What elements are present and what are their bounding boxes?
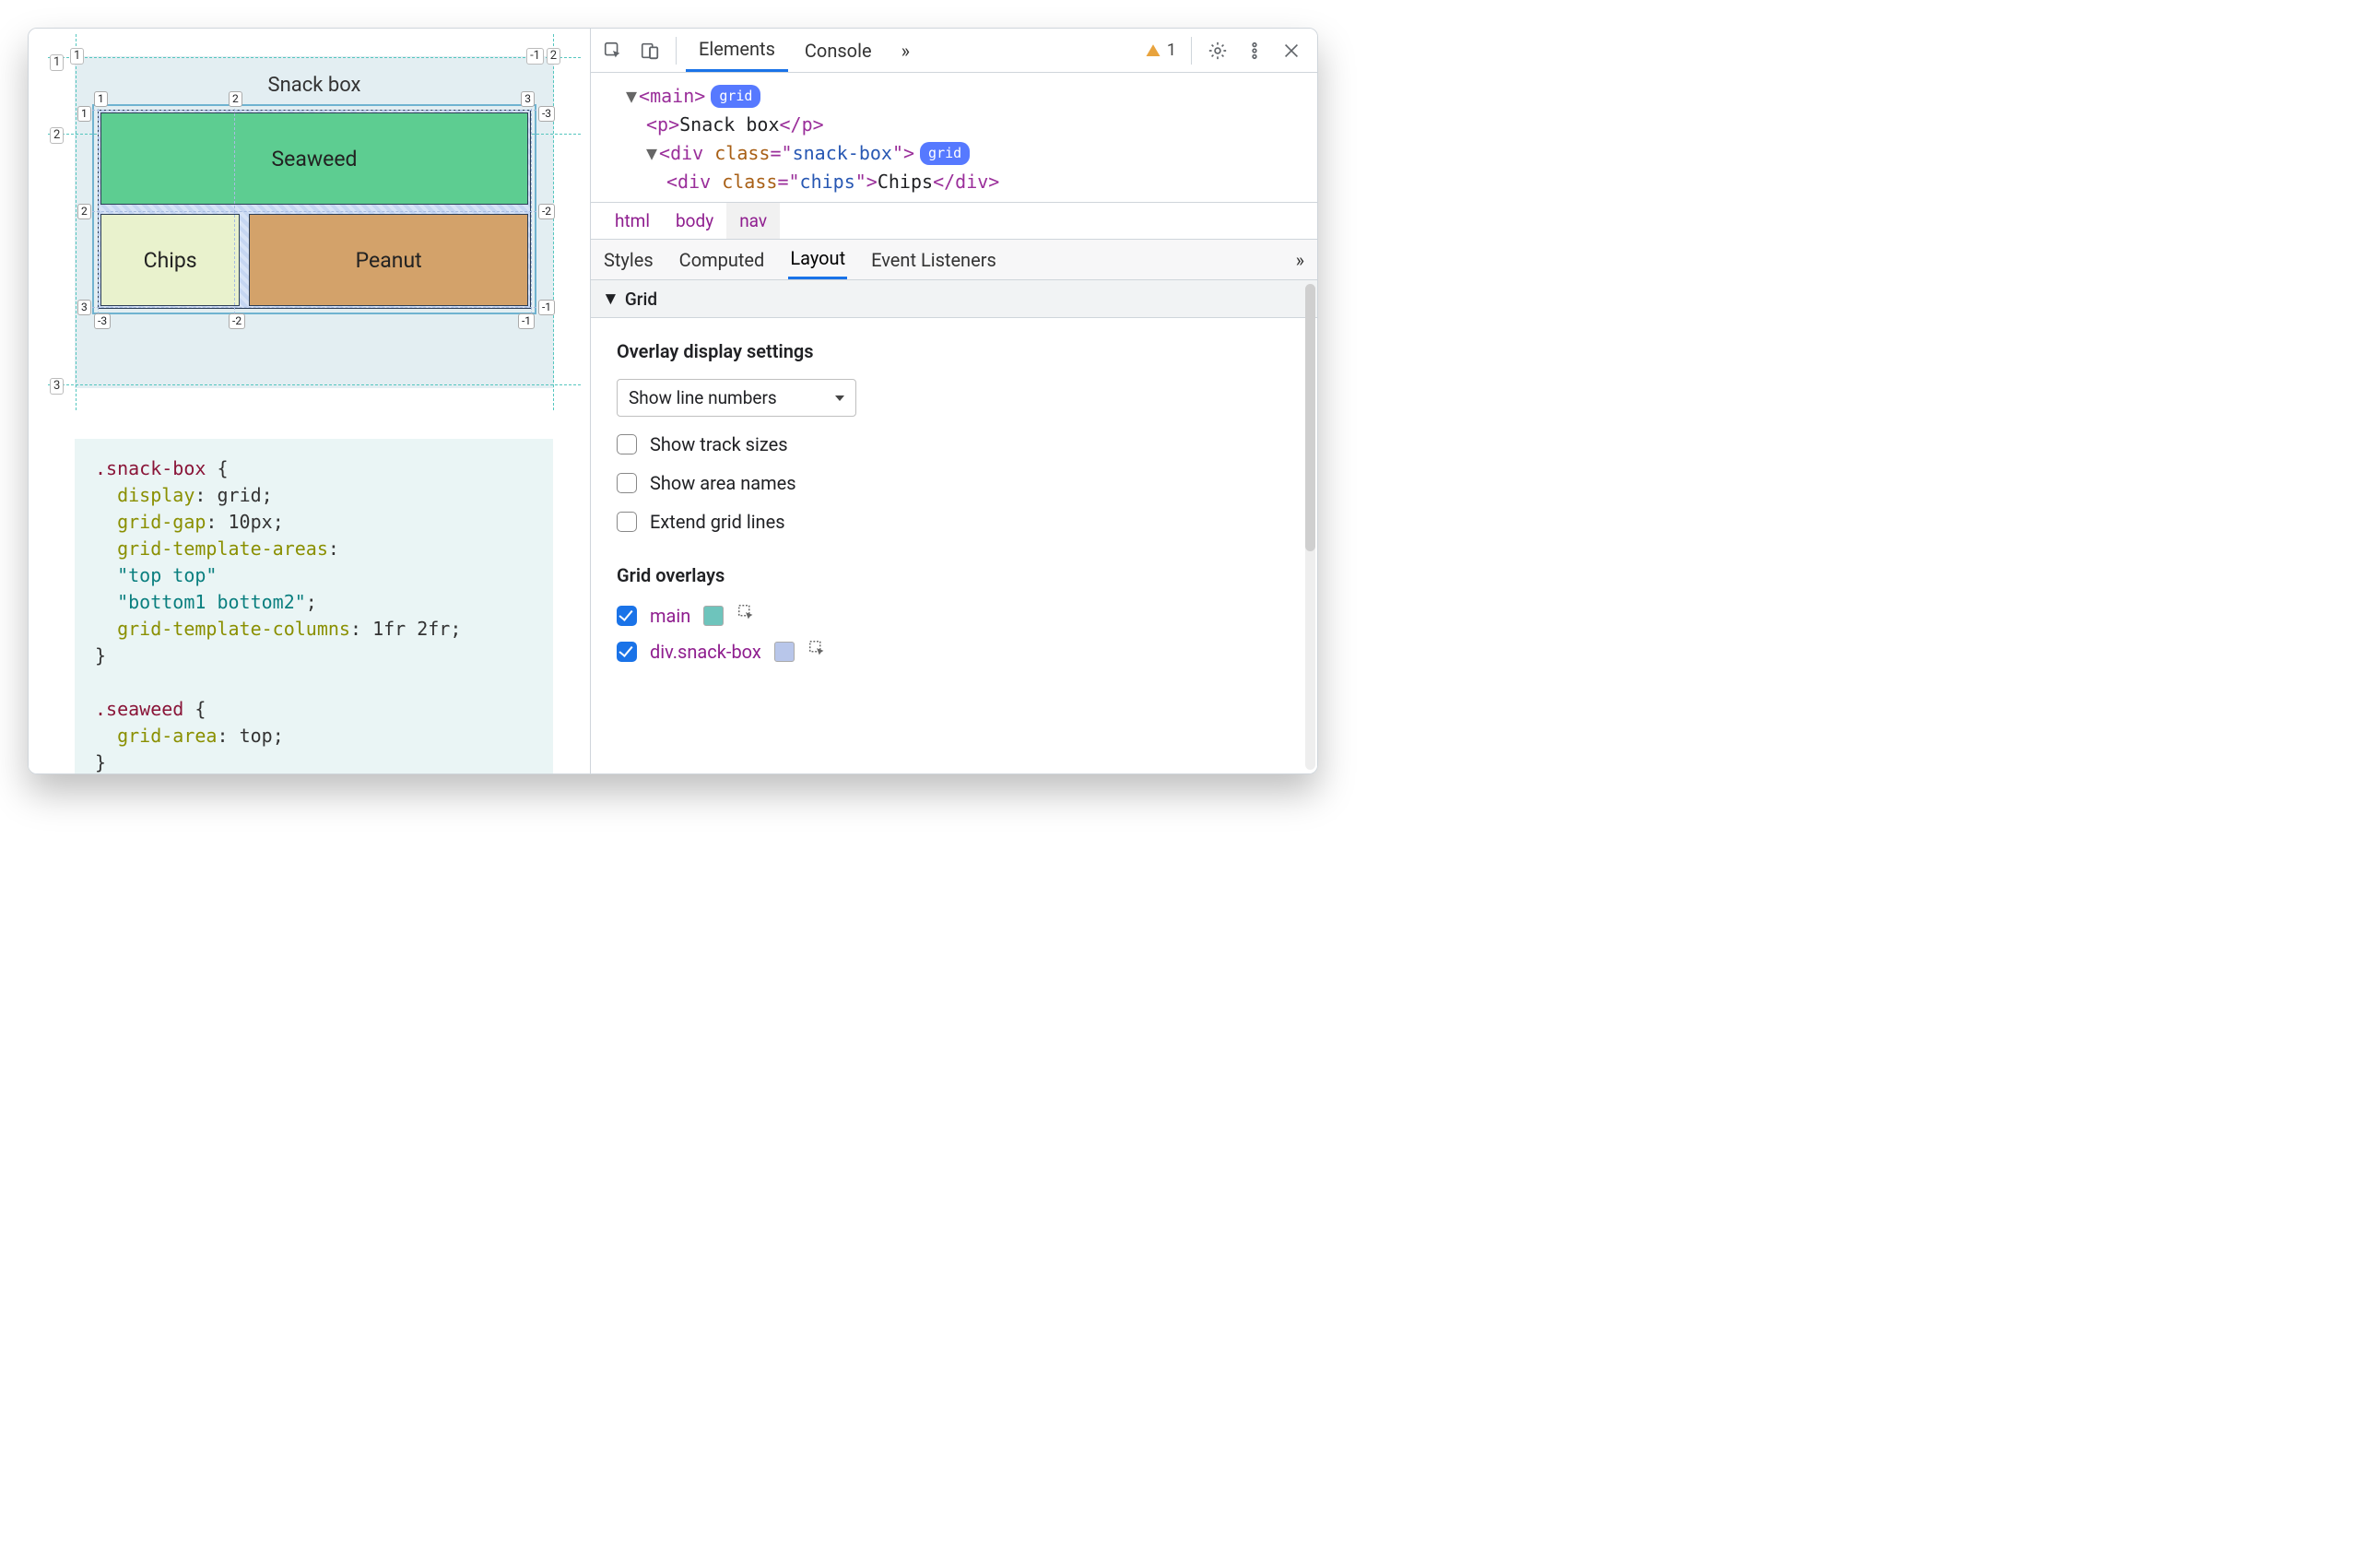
grid-overlay-label[interactable]: main	[650, 605, 690, 627]
cell-seaweed[interactable]: Seaweed	[100, 112, 528, 205]
tabs-overflow[interactable]: »	[889, 30, 923, 72]
overlay-option-row[interactable]: Show track sizes	[617, 433, 1291, 455]
grid-line-label: -2	[538, 204, 555, 219]
devtools-toolbar: Elements Console » 1	[591, 29, 1317, 73]
grid-line-label: 1	[77, 106, 91, 122]
dom-tree[interactable]: ▼<main>grid <p>Snack box</p> ▼<div class…	[591, 73, 1317, 203]
scrollbar[interactable]	[1305, 284, 1315, 770]
page-viewport: 1 -1 2 1 2 3 Snack box Seaweed Chips Pea…	[29, 29, 591, 773]
toolbar-separator	[676, 37, 677, 65]
checkbox[interactable]	[617, 606, 637, 626]
checkbox-label: Show track sizes	[650, 433, 788, 455]
grid-line-label: 3	[77, 300, 91, 315]
grid-line-label: 2	[50, 127, 64, 144]
more-vert-icon[interactable]	[1238, 34, 1271, 67]
crumb-html[interactable]: html	[602, 203, 663, 239]
grid-line-label: -1	[526, 48, 544, 65]
snack-box-grid-element[interactable]: Seaweed Chips Peanut 1 2 3 1 2 3	[98, 110, 531, 309]
grid-line-label: 2	[77, 204, 91, 219]
grid-line-label: -3	[94, 313, 111, 329]
subtab-styles[interactable]: Styles	[602, 242, 655, 278]
grid-line-label: -1	[538, 300, 555, 315]
grid-line-label: 3	[521, 91, 535, 107]
subtab-event-listeners[interactable]: Event Listeners	[869, 242, 998, 278]
grid-overlay-row: main	[617, 603, 1291, 628]
grid-badge[interactable]: grid	[711, 85, 760, 108]
overlay-option-row[interactable]: Show area names	[617, 472, 1291, 494]
checkbox[interactable]	[617, 642, 637, 662]
tab-console[interactable]: Console	[792, 30, 885, 72]
grid-line-label: -1	[518, 313, 535, 329]
grid-line-label: 1	[70, 48, 84, 65]
close-icon[interactable]	[1275, 34, 1308, 67]
cell-peanut[interactable]: Peanut	[249, 214, 528, 306]
grid-overlays-heading: Grid overlays	[617, 564, 1291, 586]
subtab-layout[interactable]: Layout	[788, 240, 847, 279]
main-title: Snack box	[92, 74, 536, 97]
inspect-element-icon[interactable]	[596, 34, 630, 67]
crumb-nav[interactable]: nav	[726, 203, 780, 239]
layout-panel: ▼ Grid Overlay display settings Show lin…	[591, 280, 1317, 773]
warnings-indicator[interactable]: 1	[1139, 41, 1182, 60]
chevron-down-icon: ▼	[602, 288, 619, 310]
grid-line-label: 1	[94, 91, 108, 107]
device-toggle-icon[interactable]	[633, 34, 666, 67]
grid-overlay-label[interactable]: div.snack-box	[650, 641, 761, 663]
crumb-body[interactable]: body	[663, 203, 726, 239]
color-swatch[interactable]	[703, 606, 724, 626]
grid-line-label: -2	[229, 313, 245, 329]
toolbar-separator	[1191, 37, 1192, 65]
checkbox-label: Show area names	[650, 472, 796, 494]
devtools-window: 1 -1 2 1 2 3 Snack box Seaweed Chips Pea…	[28, 28, 1318, 774]
tab-elements[interactable]: Elements	[686, 30, 788, 72]
subtabs-overflow[interactable]: »	[1294, 242, 1306, 278]
subtab-computed[interactable]: Computed	[677, 242, 767, 278]
line-numbers-select[interactable]: Show line numbers	[617, 379, 856, 417]
grid-line-label: -3	[538, 106, 555, 122]
checkbox[interactable]	[617, 512, 637, 532]
reveal-element-icon[interactable]	[807, 639, 828, 664]
main-grid-element[interactable]: 1 -1 2 1 2 3 Snack box Seaweed Chips Pea…	[75, 56, 554, 388]
grid-line-label: 2	[229, 91, 242, 107]
grid-overlay-row: div.snack-box	[617, 639, 1291, 664]
checkbox[interactable]	[617, 434, 637, 454]
grid-line-label: 3	[50, 378, 64, 395]
grid-badge[interactable]: grid	[920, 142, 970, 165]
styles-subtabs: Styles Computed Layout Event Listeners »	[591, 240, 1317, 280]
checkbox[interactable]	[617, 473, 637, 493]
devtools-panel: Elements Console » 1 ▼<main>grid <p>Snac…	[591, 29, 1317, 773]
grid-line-label: 1	[50, 54, 64, 71]
overlay-settings-heading: Overlay display settings	[617, 340, 1291, 362]
warnings-count: 1	[1167, 41, 1176, 60]
gear-icon[interactable]	[1201, 34, 1234, 67]
color-swatch[interactable]	[774, 642, 795, 662]
dom-breadcrumb: html body nav	[591, 203, 1317, 240]
grid-section-header[interactable]: ▼ Grid	[591, 280, 1317, 318]
overlay-option-row[interactable]: Extend grid lines	[617, 511, 1291, 533]
css-code-block: .snack-box { display: grid; grid-gap: 10…	[75, 439, 553, 774]
grid-line-label: 2	[547, 48, 560, 65]
checkbox-label: Extend grid lines	[650, 511, 785, 533]
cell-chips[interactable]: Chips	[100, 214, 240, 306]
reveal-element-icon[interactable]	[736, 603, 757, 628]
